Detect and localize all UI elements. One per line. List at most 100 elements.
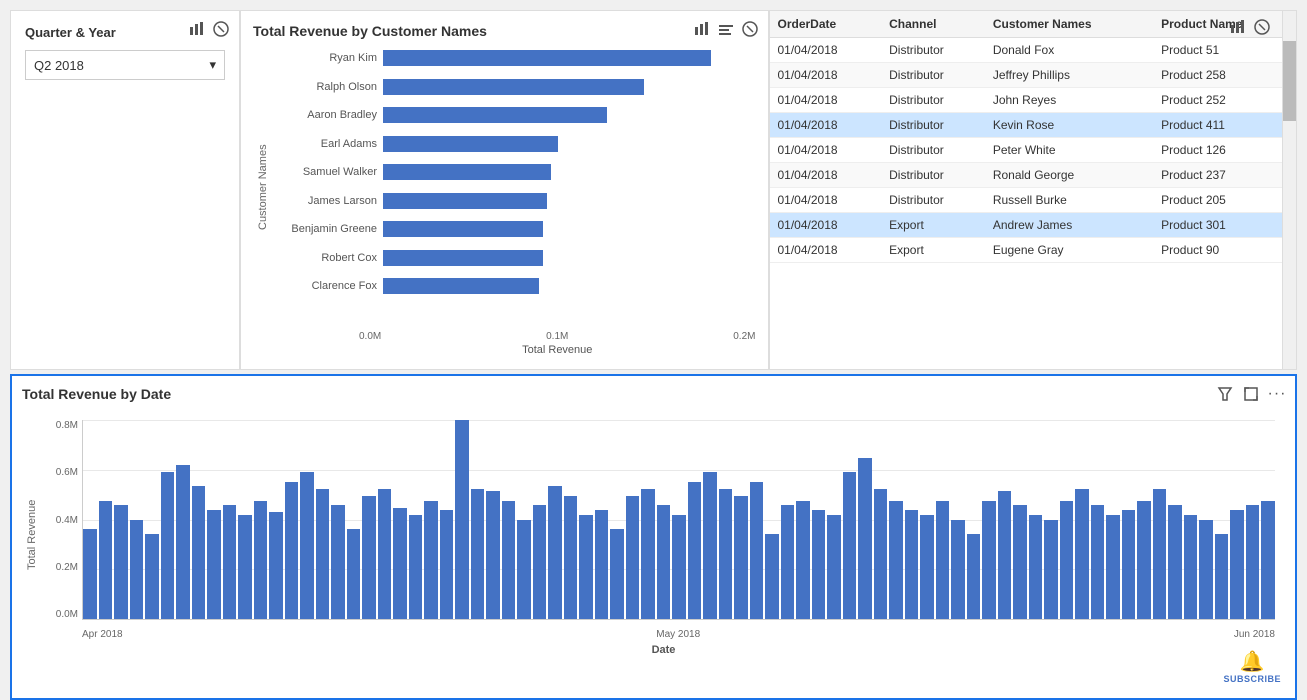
table-cell: Export xyxy=(881,213,985,238)
bottom-bar xyxy=(982,501,996,619)
bottom-bar xyxy=(409,515,423,619)
bottom-bar xyxy=(502,501,516,619)
bar-label: Clarence Fox xyxy=(277,280,377,292)
bottom-bar xyxy=(285,482,299,619)
table-cell: Product 237 xyxy=(1153,163,1296,188)
table-row[interactable]: 01/04/2018DistributorJohn ReyesProduct 2… xyxy=(770,88,1297,113)
bar-chart-panel-icons xyxy=(692,19,760,39)
bottom-bar xyxy=(99,501,113,619)
bar-fill xyxy=(383,107,607,123)
bottom-bar xyxy=(672,515,686,619)
table-row[interactable]: 01/04/2018DistributorPeter WhiteProduct … xyxy=(770,138,1297,163)
table-row[interactable]: 01/04/2018DistributorRonald GeorgeProduc… xyxy=(770,163,1297,188)
bar-label: Ryan Kim xyxy=(277,52,377,64)
bottom-bar xyxy=(1246,505,1260,619)
bar-row: Robert Cox xyxy=(277,247,756,269)
table-column-header: Product Name xyxy=(1153,11,1296,38)
table-cell: 01/04/2018 xyxy=(770,138,882,163)
bottom-bar xyxy=(920,515,934,619)
table-panel-icons xyxy=(1228,17,1272,37)
table-row[interactable]: 01/04/2018DistributorDonald FoxProduct 5… xyxy=(770,38,1297,63)
filter-bar-chart-icon[interactable] xyxy=(187,19,207,39)
bar-fill xyxy=(383,136,558,152)
table-cell: Product 126 xyxy=(1153,138,1296,163)
table-cell: 01/04/2018 xyxy=(770,113,882,138)
bar-chart-icon-1[interactable] xyxy=(692,19,712,39)
table-cell: Product 90 xyxy=(1153,238,1296,263)
bottom-bar xyxy=(719,489,733,619)
bottom-bar xyxy=(905,510,919,619)
table-column-header: Customer Names xyxy=(985,11,1153,38)
bottom-y-label: Total Revenue xyxy=(22,410,42,660)
table-bar-chart-icon[interactable] xyxy=(1228,17,1248,37)
subscribe-icon: 🔔 xyxy=(1240,649,1265,674)
table-cell: Distributor xyxy=(881,88,985,113)
bottom-bar xyxy=(936,501,950,619)
bottom-expand-icon[interactable] xyxy=(1241,384,1261,404)
bottom-x-label: Date xyxy=(652,644,676,656)
bar-row: Clarence Fox xyxy=(277,275,756,297)
bottom-bar xyxy=(517,520,531,620)
subscribe-button[interactable]: 🔔 SUBSCRIBE xyxy=(1223,649,1281,684)
table-cell: John Reyes xyxy=(985,88,1153,113)
table-cell: Jeffrey Phillips xyxy=(985,63,1153,88)
bar-track xyxy=(383,278,756,294)
bottom-bar xyxy=(967,534,981,619)
table-row[interactable]: 01/04/2018ExportAndrew JamesProduct 301 xyxy=(770,213,1297,238)
bottom-bar xyxy=(1075,489,1089,619)
bottom-bar xyxy=(176,465,190,619)
bar-label: Aaron Bradley xyxy=(277,109,377,121)
table-panel: OrderDateChannelCustomer NamesProduct Na… xyxy=(769,10,1298,370)
table-scrollbar[interactable] xyxy=(1282,11,1296,369)
table-cell: 01/04/2018 xyxy=(770,213,882,238)
bottom-x-axis: Apr 2018May 2018Jun 2018 xyxy=(82,629,1275,640)
bar-chart-icon-2[interactable] xyxy=(716,19,736,39)
bar-fill xyxy=(383,278,539,294)
bottom-bar xyxy=(641,489,655,619)
table-row[interactable]: 01/04/2018ExportEugene GrayProduct 90 xyxy=(770,238,1297,263)
bar-fill xyxy=(383,79,644,95)
table-row[interactable]: 01/04/2018DistributorJeffrey PhillipsPro… xyxy=(770,63,1297,88)
table-cell: Kevin Rose xyxy=(985,113,1153,138)
bottom-bar xyxy=(1230,510,1244,619)
bar-chart-cancel-icon[interactable] xyxy=(740,19,760,39)
bottom-more-icon[interactable]: ··· xyxy=(1267,384,1287,404)
table-cell: Product 252 xyxy=(1153,88,1296,113)
bottom-bar xyxy=(688,482,702,619)
bottom-x-tick: May 2018 xyxy=(656,629,700,640)
bar-track xyxy=(383,50,756,66)
bar-fill xyxy=(383,50,711,66)
bottom-bar xyxy=(145,534,159,619)
table-cell: Ronald George xyxy=(985,163,1153,188)
table-scrollbar-thumb[interactable] xyxy=(1283,41,1297,121)
bar-row: Samuel Walker xyxy=(277,161,756,183)
x-tick: 0.1M xyxy=(546,331,568,342)
bottom-bar xyxy=(998,491,1012,619)
bottom-bar xyxy=(486,491,500,619)
bar-label: James Larson xyxy=(277,195,377,207)
bottom-y-tick: 0.4M xyxy=(56,515,78,526)
table-row[interactable]: 01/04/2018DistributorKevin RoseProduct 4… xyxy=(770,113,1297,138)
table-cell: Distributor xyxy=(881,63,985,88)
bottom-bar xyxy=(362,496,376,619)
table-row[interactable]: 01/04/2018DistributorRussell BurkeProduc… xyxy=(770,188,1297,213)
table-cell: Andrew James xyxy=(985,213,1153,238)
bottom-bar xyxy=(657,505,671,619)
bottom-funnel-icon[interactable] xyxy=(1215,384,1235,404)
bar-row: Benjamin Greene xyxy=(277,218,756,240)
bottom-bar xyxy=(114,505,128,619)
table-cell: Peter White xyxy=(985,138,1153,163)
filter-cancel-icon[interactable] xyxy=(211,19,231,39)
bottom-bar xyxy=(1261,501,1275,619)
quarter-year-dropdown[interactable]: Q2 2018 ▾ xyxy=(25,50,225,80)
bottom-bar xyxy=(765,534,779,619)
bottom-bar xyxy=(812,510,826,619)
bar-label: Samuel Walker xyxy=(277,166,377,178)
table-cell: Distributor xyxy=(881,188,985,213)
table-cancel-icon[interactable] xyxy=(1252,17,1272,37)
bottom-bar xyxy=(1184,515,1198,619)
bar-label: Benjamin Greene xyxy=(277,223,377,235)
bottom-bar xyxy=(1153,489,1167,619)
bottom-bar xyxy=(378,489,392,619)
table-cell: Distributor xyxy=(881,163,985,188)
